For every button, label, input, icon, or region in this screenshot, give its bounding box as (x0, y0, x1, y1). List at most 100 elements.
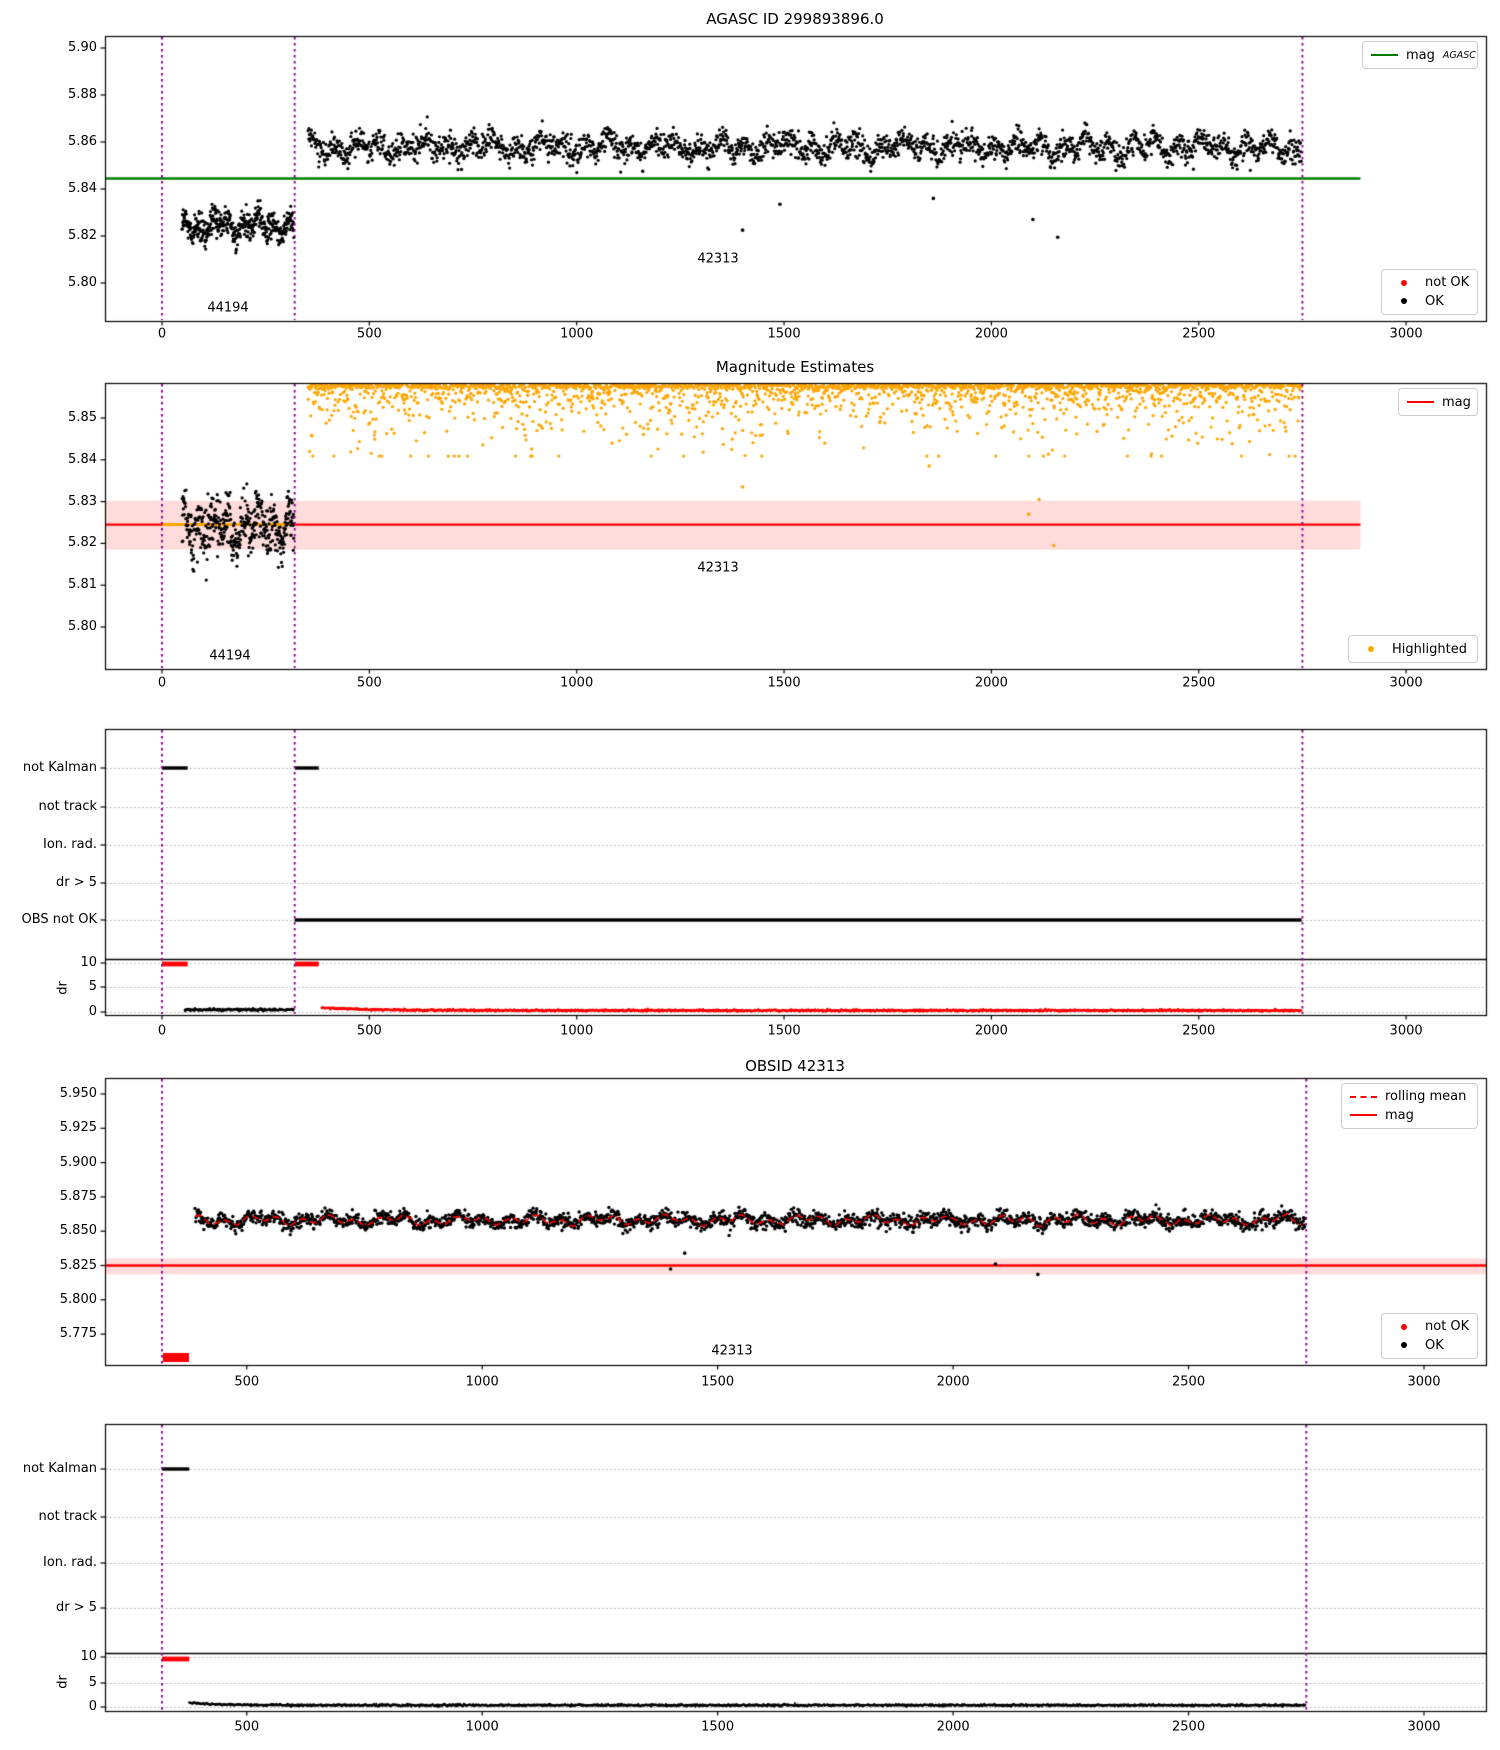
x-tick-label: 3000 (1407, 1719, 1441, 1735)
x-tick-label: 2500 (1172, 1719, 1206, 1735)
obsid-annotation: 42313 (697, 251, 739, 267)
legend-line-icon (1371, 54, 1398, 56)
x-tick-label: 1500 (701, 1719, 735, 1735)
x-tick-label: 3000 (1389, 675, 1423, 691)
flag-category-label: OBS not OK (21, 912, 98, 927)
y-tick-label: 5.83 (68, 493, 97, 509)
dr-tick-label: 5 (88, 979, 97, 994)
y-tick-label: 5.775 (59, 1326, 97, 1342)
dr-axis-label: dr (55, 1675, 71, 1689)
x-tick-label: 1500 (767, 1023, 801, 1039)
flag-category-label: dr > 5 (55, 1600, 97, 1615)
legend-item: Highlighted (1357, 642, 1469, 657)
x-tick-label: 2500 (1172, 1374, 1206, 1390)
legend-item-label: OK (1425, 1337, 1444, 1353)
y-tick-label: 5.950 (59, 1086, 97, 1101)
x-tick-label: 2000 (974, 675, 1008, 691)
legend-item: mag AGASC (1371, 48, 1476, 63)
dr-tick-label: 0 (88, 1699, 97, 1714)
legend-box: Highlighted (1348, 635, 1478, 663)
panel-title: OBSID 42313 (745, 1057, 845, 1075)
panel-title: AGASC ID 299893896.0 (706, 10, 884, 28)
x-tick-label: 1500 (767, 326, 801, 342)
x-tick-label: 500 (356, 1023, 382, 1039)
y-tick-label: 5.84 (68, 451, 97, 467)
x-tick-label: 2500 (1182, 1023, 1216, 1039)
legend-item-label: not OK (1425, 275, 1470, 291)
dr-tick-label: 0 (88, 1004, 97, 1019)
flag-category-label: Ion. rad. (43, 1555, 97, 1570)
x-tick-label: 2000 (936, 1719, 970, 1735)
obsid-annotation: 44194 (207, 300, 249, 316)
legend-item-label: mag (1385, 1107, 1414, 1123)
dr-axis-label: dr (55, 981, 71, 995)
legend-dot-icon (1390, 1342, 1417, 1349)
x-tick-label: 1000 (560, 1023, 594, 1039)
y-tick-label: 5.925 (59, 1120, 97, 1136)
x-tick-label: 1000 (560, 326, 594, 342)
y-tick-label: 5.850 (59, 1223, 97, 1239)
dr-tick-label: 5 (88, 1675, 97, 1690)
x-tick-label: 1500 (767, 675, 801, 691)
x-tick-label: 500 (356, 326, 382, 342)
y-tick-label: 5.80 (68, 275, 97, 290)
x-tick-label: 1000 (465, 1719, 499, 1735)
y-tick-label: 5.82 (68, 535, 97, 551)
y-tick-label: 5.900 (59, 1154, 97, 1170)
y-tick-label: 5.81 (68, 577, 97, 593)
legend-dot-icon (1357, 646, 1384, 652)
x-tick-label: 0 (157, 1023, 167, 1039)
x-tick-label: 3000 (1389, 326, 1423, 342)
x-tick-label: 500 (356, 675, 382, 691)
y-tick-label: 5.88 (68, 87, 97, 102)
x-tick-label: 3000 (1407, 1374, 1441, 1390)
obsid-annotation: 42313 (697, 560, 739, 576)
x-tick-label: 1000 (560, 675, 594, 691)
legend-line-icon (1407, 401, 1434, 403)
x-tick-label: 2000 (974, 326, 1008, 342)
x-tick-label: 0 (157, 675, 167, 691)
y-tick-label: 5.85 (68, 410, 97, 425)
x-tick-label: 1000 (465, 1374, 499, 1390)
x-tick-label: 2500 (1182, 675, 1216, 691)
y-tick-label: 5.84 (68, 181, 97, 196)
text-overlay: AGASC ID 299893896.0 0 500 1000 1500 2000 2500… (0, 0, 1500, 1750)
legend-item: OK (1390, 1338, 1469, 1353)
x-tick-label: 1500 (701, 1374, 735, 1390)
dr-tick-label: 10 (80, 1649, 97, 1664)
x-tick-label: 2500 (1182, 326, 1216, 342)
legend-dashed-icon (1350, 1095, 1377, 1098)
legend-box: mag AGASC (1362, 41, 1478, 69)
flag-category-label: dr > 5 (55, 875, 97, 890)
obsid-annotation: 44194 (209, 648, 251, 664)
y-tick-label: 5.86 (68, 134, 97, 149)
flag-category-label: not track (38, 799, 97, 814)
legend-dot-icon (1390, 1323, 1417, 1330)
y-tick-label: 5.90 (68, 40, 97, 55)
legend-item-label: OK (1425, 293, 1444, 309)
dr-tick-label: 10 (80, 955, 97, 970)
legend-dot-icon (1390, 298, 1417, 305)
flag-category-label: not track (38, 1509, 97, 1524)
y-tick-label: 5.825 (59, 1257, 97, 1273)
legend-item: rolling mean (1350, 1089, 1469, 1104)
legend-item: OK (1390, 294, 1469, 309)
legend-item-label: not OK (1425, 1319, 1470, 1335)
matplotlib-figure: AGASC ID 299893896.0 0 500 1000 1500 2000 2500… (0, 0, 1500, 1750)
y-tick-label: 5.875 (59, 1188, 97, 1204)
legend-box: not OK OK (1381, 1313, 1478, 1359)
legend-item: mag (1407, 395, 1471, 410)
y-tick-label: 5.800 (59, 1291, 97, 1307)
obsid-annotation: 42313 (711, 1343, 753, 1359)
legend-box: rolling mean mag (1341, 1083, 1478, 1129)
legend-box: mag (1398, 388, 1478, 416)
x-tick-label: 3000 (1389, 1023, 1423, 1039)
y-tick-label: 5.80 (68, 619, 97, 634)
legend-line-icon (1350, 1114, 1377, 1117)
x-tick-label: 500 (234, 1374, 260, 1390)
legend-item-sublabel: AGASC (1442, 49, 1476, 61)
legend-item: not OK (1390, 1319, 1469, 1334)
legend-dot-icon (1390, 279, 1417, 286)
legend-item: mag (1350, 1108, 1469, 1123)
legend-box: not OK OK (1381, 269, 1478, 315)
